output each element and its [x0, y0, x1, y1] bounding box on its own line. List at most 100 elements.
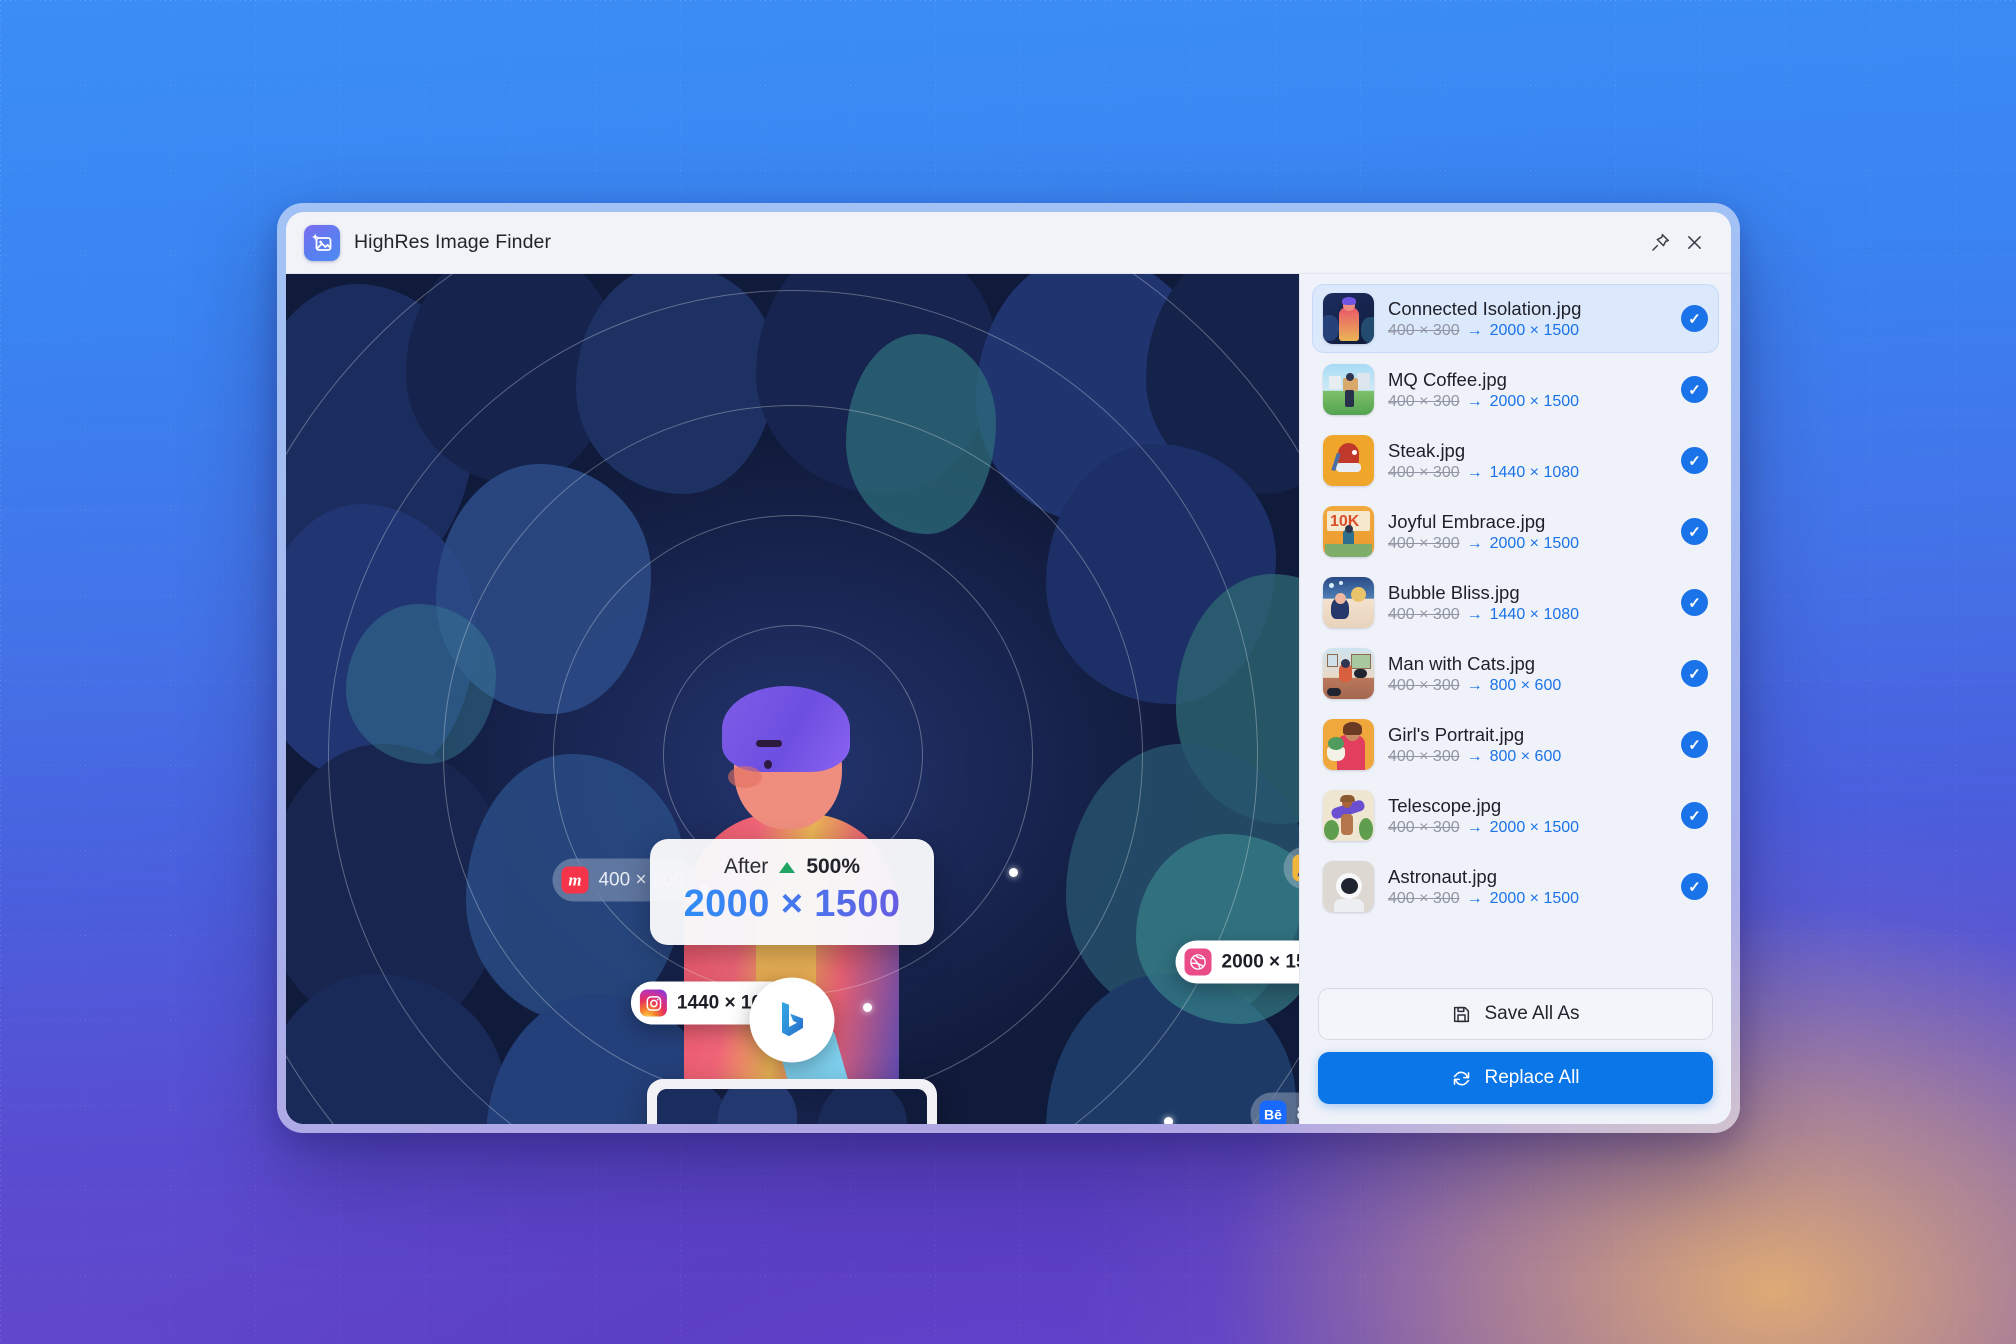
arrow-icon: →	[1467, 464, 1483, 482]
new-resolution: 2000 × 1500	[1490, 535, 1579, 553]
check-icon[interactable]: ✓	[1681, 447, 1708, 474]
table-row[interactable]: Connected Isolation.jpg 400 × 300→2000 × …	[1312, 284, 1719, 353]
arrow-icon: →	[1467, 393, 1483, 411]
save-all-label: Save All As	[1484, 1003, 1579, 1025]
file-meta: Girl's Portrait.jpg 400 × 300 → 800 × 600	[1388, 724, 1667, 766]
table-row[interactable]: Astronaut.jpg 400 × 300 → 2000 × 1500 ✓	[1312, 852, 1719, 921]
table-row[interactable]: Man with Cats.jpg 400 × 300 → 800 × 600 ✓	[1312, 639, 1719, 708]
file-name: Bubble Bliss.jpg	[1388, 582, 1667, 604]
table-row[interactable]: Telescope.jpg400 × 300→2000 × 1500✓	[1312, 781, 1719, 850]
arrow-icon: →	[1467, 890, 1483, 908]
before-resolution-card: Before 400 × 300	[647, 1079, 937, 1124]
new-resolution: 800 × 600	[1490, 677, 1562, 695]
people-icon	[1292, 855, 1299, 882]
file-meta: Steak.jpg 400 × 300 → 1440 × 1080	[1388, 440, 1667, 482]
after-percent: 500%	[806, 855, 860, 879]
file-thumbnail	[1323, 790, 1374, 841]
chip-resolution-label: 800 × 600	[1296, 1103, 1299, 1124]
image-preview-stage: After 500% 2000 × 1500	[286, 274, 1299, 1124]
desktop-background: HighRes Image Finder	[0, 0, 2016, 1344]
check-icon[interactable]: ✓	[1681, 518, 1708, 545]
check-icon[interactable]: ✓	[1681, 802, 1708, 829]
old-resolution: 400 × 300	[1388, 393, 1460, 411]
file-meta: MQ Coffee.jpg400 × 300→2000 × 1500	[1388, 369, 1667, 411]
table-row[interactable]: MQ Coffee.jpg400 × 300→2000 × 1500✓	[1312, 355, 1719, 424]
new-resolution: 2000 × 1500	[1490, 890, 1579, 908]
file-name: Man with Cats.jpg	[1388, 653, 1667, 675]
medium-icon: m	[561, 867, 588, 894]
file-thumbnail	[1323, 719, 1374, 770]
resolution-chip[interactable]: Bē800 × 600	[1250, 1093, 1299, 1125]
file-meta: Man with Cats.jpg 400 × 300 → 800 × 600	[1388, 653, 1667, 695]
file-name: Connected Isolation.jpg	[1388, 298, 1667, 320]
arrow-icon: →	[1467, 677, 1483, 695]
check-icon[interactable]: ✓	[1681, 873, 1708, 900]
file-dimensions: 400 × 300 → 800 × 600	[1388, 748, 1667, 766]
app-window: HighRes Image Finder	[277, 203, 1740, 1133]
old-resolution: 400 × 300	[1388, 677, 1460, 695]
old-resolution: 400 × 300	[1388, 535, 1460, 553]
file-thumbnail	[1323, 435, 1374, 486]
old-resolution: 400 × 300	[1388, 748, 1460, 766]
file-dimensions: 400 × 300 → 800 × 600	[1388, 677, 1667, 695]
after-resolution-card: After 500% 2000 × 1500	[650, 839, 934, 945]
table-row[interactable]: 10KJoyful Embrace.jpg400 × 300→2000 × 15…	[1312, 497, 1719, 566]
new-resolution: 2000 × 1500	[1490, 322, 1579, 340]
new-resolution: 1440 × 1080	[1490, 464, 1579, 482]
file-dimensions: 400 × 300→2000 × 1500	[1388, 393, 1667, 411]
dribbble-icon	[1185, 949, 1212, 976]
replace-all-label: Replace All	[1484, 1067, 1579, 1089]
check-icon[interactable]: ✓	[1681, 660, 1708, 687]
file-name: Steak.jpg	[1388, 440, 1667, 462]
table-row[interactable]: Steak.jpg 400 × 300 → 1440 × 1080 ✓	[1312, 426, 1719, 495]
old-resolution: 400 × 300	[1388, 464, 1460, 482]
image-sparkle-icon	[304, 225, 340, 261]
list-fade-overlay	[1300, 944, 1731, 978]
check-icon[interactable]: ✓	[1681, 305, 1708, 332]
file-list[interactable]: Connected Isolation.jpg 400 × 300 → 2000 × …	[1300, 274, 1731, 978]
old-resolution: 400 × 300	[1388, 819, 1460, 837]
check-icon[interactable]: ✓	[1681, 731, 1708, 758]
new-resolution: 800 × 600	[1490, 748, 1562, 766]
file-name: Joyful Embrace.jpg	[1388, 511, 1667, 533]
file-thumbnail	[1323, 861, 1374, 912]
arrow-icon: →	[1467, 819, 1483, 837]
file-dimensions: 400 × 300 → 1440 × 1080	[1388, 464, 1667, 482]
old-resolution: 400 × 300	[1388, 322, 1460, 340]
file-dimensions: 400 × 300 → 2000 × 1500	[1388, 890, 1667, 908]
old-resolution: 400 × 300	[1388, 606, 1460, 624]
after-label: After	[724, 855, 768, 879]
file-dimensions: 400 × 300→1440 × 1080	[1388, 606, 1667, 624]
title-bar: HighRes Image Finder	[286, 212, 1731, 274]
replace-all-button[interactable]: Replace All	[1318, 1052, 1713, 1104]
file-name: Astronaut.jpg	[1388, 866, 1667, 888]
bing-logo-icon[interactable]	[750, 978, 835, 1063]
pin-icon[interactable]	[1643, 226, 1677, 260]
close-icon[interactable]	[1677, 226, 1711, 260]
file-thumbnail	[1323, 364, 1374, 415]
chip-resolution-label: 2000 × 1500	[1222, 951, 1299, 973]
after-resolution: 2000 × 1500	[670, 883, 914, 926]
floppy-disk-icon	[1451, 1004, 1472, 1025]
file-name: Girl's Portrait.jpg	[1388, 724, 1667, 746]
file-meta: Joyful Embrace.jpg 400 × 300→2000 × 1500	[1388, 511, 1667, 553]
page-title: HighRes Image Finder	[354, 231, 551, 254]
save-all-button[interactable]: Save All As	[1318, 988, 1713, 1040]
before-thumbnail	[657, 1089, 927, 1124]
file-meta: Bubble Bliss.jpg400 × 300→1440 × 1080	[1388, 582, 1667, 624]
arrow-icon: →	[1467, 606, 1483, 624]
instagram-icon	[640, 990, 667, 1017]
resolution-chip[interactable]: 2000 × 1500✓	[1176, 941, 1299, 984]
arrow-icon: →	[1467, 748, 1483, 766]
refresh-icon	[1451, 1068, 1472, 1089]
sidebar-actions: Save All As Replace	[1300, 978, 1731, 1124]
file-dimensions: 400 × 300→2000 × 1500	[1388, 322, 1667, 340]
file-thumbnail	[1323, 648, 1374, 699]
file-dimensions: 400 × 300→2000 × 1500	[1388, 535, 1667, 553]
table-row[interactable]: Girl's Portrait.jpg 400 × 300 → 800 × 600 ✓	[1312, 710, 1719, 779]
triangle-up-icon	[779, 862, 795, 873]
check-icon[interactable]: ✓	[1681, 376, 1708, 403]
table-row[interactable]: Bubble Bliss.jpg400 × 300→1440 × 1080✓	[1312, 568, 1719, 637]
check-icon[interactable]: ✓	[1681, 589, 1708, 616]
old-resolution: 400 × 300	[1388, 890, 1460, 908]
